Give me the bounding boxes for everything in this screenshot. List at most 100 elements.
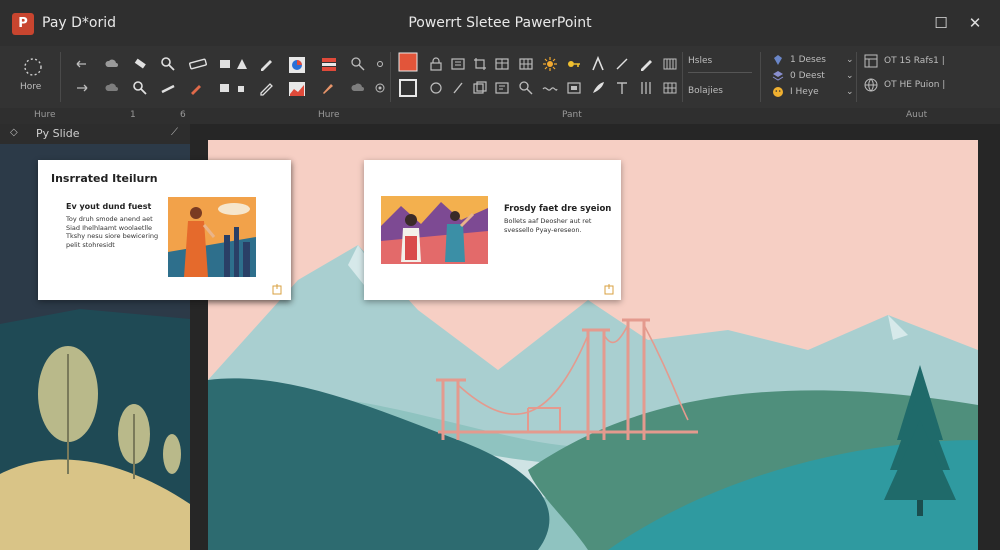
box-icon[interactable]	[566, 80, 582, 96]
outline-color-icon[interactable]	[398, 78, 418, 98]
ribbon-separator	[390, 52, 391, 102]
crop-icon[interactable]	[472, 56, 488, 72]
title-bar: P Pay D*orid Powerrt Sletee PawerPoint ☐…	[0, 0, 1000, 46]
close-button[interactable]: ✕	[964, 12, 986, 34]
textbox-icon[interactable]	[494, 80, 510, 96]
card-illustration-woman	[168, 197, 256, 277]
card-title: Frosdy faet dre syeion	[504, 204, 612, 214]
card-edit-icon[interactable]	[603, 280, 615, 295]
eraser-icon[interactable]	[132, 56, 148, 72]
group-label: 1	[130, 110, 136, 120]
right-option-1[interactable]: 1 Deses	[790, 55, 826, 65]
far-right-option-1[interactable]: OT 1S Rafs1 |	[884, 56, 945, 66]
content-card-1-overlay[interactable]: Insrrated Iteilurn Ev yout dund fuest To…	[38, 160, 291, 300]
square-icon[interactable]	[218, 80, 234, 96]
wave-icon[interactable]	[542, 80, 558, 96]
circle-shape-icon[interactable]	[428, 80, 444, 96]
card-body: Bollets aaf Deosher aut ret svessello Py…	[504, 217, 592, 234]
slash-icon[interactable]	[450, 80, 466, 96]
right-option-3[interactable]: I Heye	[790, 87, 819, 97]
columns-icon[interactable]	[638, 80, 654, 96]
smiley-icon[interactable]	[772, 86, 784, 98]
line-draw-icon[interactable]	[614, 56, 630, 72]
flag-icon[interactable]	[320, 56, 338, 74]
card-edit-icon[interactable]	[271, 280, 283, 295]
globe-icon[interactable]	[864, 78, 878, 92]
styles-label[interactable]: Hsles	[688, 56, 712, 66]
lock-icon[interactable]	[428, 56, 444, 72]
align-icon[interactable]	[662, 56, 678, 72]
panel-header: ◇ Py Slide ⟋	[0, 124, 190, 144]
pin-icon[interactable]: ⟋	[171, 127, 178, 138]
styles-divider	[688, 72, 752, 73]
search-icon[interactable]	[350, 56, 366, 72]
magnifier-icon[interactable]	[518, 80, 534, 96]
color-picker-icon[interactable]	[288, 56, 306, 74]
arrange-label[interactable]: Bolajies	[688, 86, 723, 96]
group-label: Hure	[34, 110, 56, 120]
card-body: Toy druh smode anend aet Siad Ihelhlaamt…	[66, 215, 159, 249]
brush-icon[interactable]	[320, 80, 336, 96]
card-title: Insrrated Iteilurn	[51, 172, 158, 185]
maximize-button[interactable]: ☐	[930, 12, 952, 34]
ribbon-separator	[856, 52, 857, 102]
small-square-icon[interactable]	[234, 80, 250, 96]
key-icon[interactable]	[566, 56, 582, 72]
app-logo-icon: P	[12, 13, 34, 35]
cloud-icon[interactable]	[104, 56, 120, 72]
group-label: Pant	[562, 110, 582, 120]
distribute-icon[interactable]	[662, 80, 678, 96]
far-right-option-2[interactable]: OT HE Puion |	[884, 80, 945, 90]
more-spinner-icon[interactable]	[22, 56, 44, 78]
group-label: Auut	[906, 110, 928, 120]
line-tool-icon[interactable]	[160, 80, 176, 96]
dropdown-3-icon[interactable]: ⌄	[846, 87, 854, 97]
shape-triangle-icon[interactable]	[234, 56, 250, 72]
cloud-small-icon[interactable]	[350, 80, 366, 96]
right-option-2[interactable]: 0 Deest	[790, 71, 825, 81]
feather-icon[interactable]	[590, 80, 606, 96]
find-icon[interactable]	[132, 80, 148, 96]
redo-arrow-icon[interactable]	[74, 80, 90, 96]
frame-icon[interactable]	[450, 56, 466, 72]
fill-color-icon[interactable]	[398, 52, 418, 72]
pencil-icon[interactable]	[258, 80, 274, 96]
layout-icon[interactable]	[864, 54, 878, 68]
slide-canvas[interactable]: Insrrated Iteilurn Ev yout dund fuest To…	[208, 140, 978, 550]
table-icon[interactable]	[494, 56, 510, 72]
cloud-outline-icon[interactable]	[104, 80, 120, 96]
circle-small-icon[interactable]	[372, 56, 388, 72]
window-title: Powerrt Sletee PawerPoint	[408, 15, 592, 31]
gem-icon[interactable]	[772, 54, 784, 66]
ribbon-separator	[60, 52, 61, 102]
ribbon-toolbar: Hore Hsles Bolajies 1 Deses 0 Deest I He…	[0, 46, 1000, 108]
highlighter-icon[interactable]	[188, 80, 204, 96]
content-card-2[interactable]: Frosdy faet dre syeion Bollets aaf Deosh…	[364, 160, 621, 300]
panel-title: Py Slide	[36, 127, 80, 140]
copy-icon[interactable]	[472, 80, 488, 96]
chart-icon[interactable]	[288, 80, 306, 98]
shape-rectangle-icon[interactable]	[218, 56, 234, 72]
target-icon[interactable]	[372, 80, 388, 96]
pen-tool-icon[interactable]	[638, 56, 654, 72]
sun-icon[interactable]	[542, 56, 558, 72]
undo-icon[interactable]	[74, 56, 90, 72]
ribbon-separator	[682, 52, 683, 102]
stack-icon[interactable]	[772, 70, 784, 82]
pen-icon[interactable]	[258, 56, 274, 72]
ribbon-group-labels: Hure 1 6 Hure Pant Auut	[0, 108, 1000, 124]
group-label: 6	[180, 110, 186, 120]
more-button-label[interactable]: Hore	[20, 82, 41, 92]
dropdown-2-icon[interactable]: ⌄	[846, 71, 854, 81]
grid-icon[interactable]	[518, 56, 534, 72]
card-subtitle: Ev yout dund fuest	[66, 202, 152, 211]
app-name: Pay D*orid	[42, 15, 117, 31]
marker-icon[interactable]	[188, 56, 208, 72]
collapse-icon[interactable]: ◇	[10, 127, 18, 138]
ribbon-separator	[760, 52, 761, 102]
text-effect-icon[interactable]	[590, 56, 606, 72]
zoom-icon[interactable]	[160, 56, 176, 72]
dropdown-1-icon[interactable]: ⌄	[846, 55, 854, 65]
text-tool-icon[interactable]	[614, 80, 630, 96]
card-illustration-people	[381, 196, 488, 264]
